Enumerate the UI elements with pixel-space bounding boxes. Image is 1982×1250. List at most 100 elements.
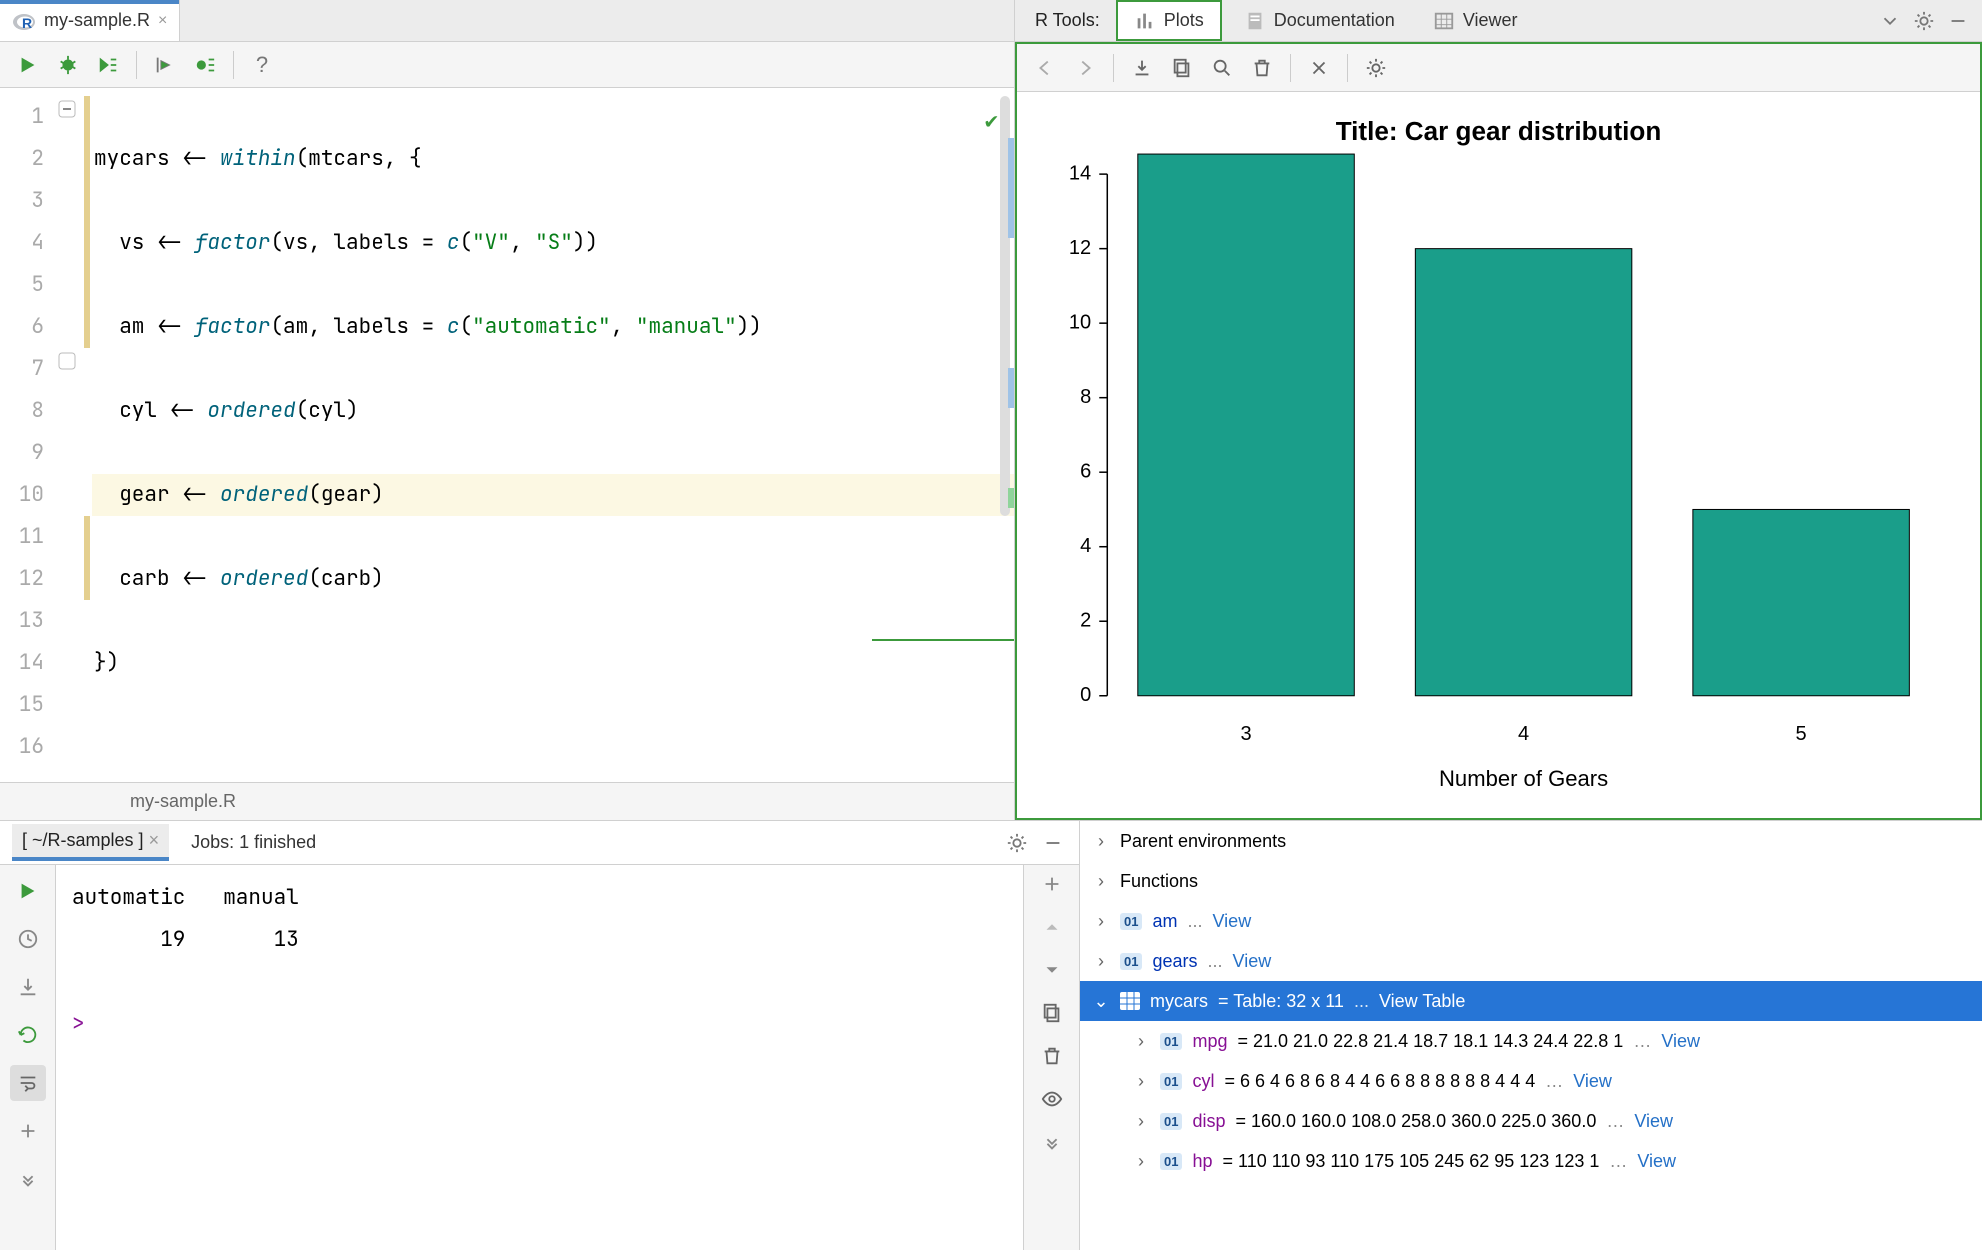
svg-text:R: R [22,15,32,31]
code-area[interactable]: mycars <- within(mtcars, { vs <- factor(… [92,88,1014,782]
scroll-up-icon[interactable] [1041,916,1063,941]
import-icon[interactable] [10,969,46,1005]
console-output[interactable]: automatic manual 19 13 > [56,865,1023,1250]
svg-text:4: 4 [1518,723,1529,745]
document-icon [1244,10,1266,32]
export-button[interactable] [1124,50,1160,86]
r-file-icon: R [12,9,36,33]
execution-arrow-icon [872,628,1014,652]
env-parent-environments[interactable]: ›Parent environments [1080,821,1982,861]
editor-toolbar: ? [0,42,1014,88]
change-strip [82,88,92,782]
console-tabbar: [ ~/R-samples ] × Jobs: 1 finished [0,821,1079,865]
environment-pane: ›Parent environments ›Functions ›01am...… [1080,821,1982,1250]
svg-text:Title: Car gear distribution: Title: Car gear distribution [1336,116,1662,146]
fold-strip [54,88,82,782]
svg-text:5: 5 [1796,723,1807,745]
plot-settings-button[interactable] [1358,50,1394,86]
help-button[interactable]: ? [244,47,280,83]
eye-icon[interactable] [1041,1088,1063,1113]
fold-end-icon[interactable] [58,352,76,370]
tab-documentation[interactable]: Documentation [1228,0,1411,41]
run-selection-button[interactable] [90,47,126,83]
environment-tree[interactable]: ›Parent environments ›Functions ›01am...… [1080,821,1982,1250]
run-icon[interactable] [10,873,46,909]
plot-frame: Title: Car gear distribution 0 2 4 6 8 10 12 14 3… [1015,42,1982,820]
table-icon [1120,992,1140,1010]
bar-chart-icon [1134,10,1156,32]
env-functions[interactable]: ›Functions [1080,861,1982,901]
env-var-mpg[interactable]: ›01mpg= 21.0 21.0 22.8 21.4 18.7 18.1 14… [1080,1021,1982,1061]
env-var-disp[interactable]: ›01disp= 160.0 160.0 108.0 258.0 360.0 2… [1080,1101,1982,1141]
gear-icon[interactable] [1003,829,1031,857]
softwrap-icon[interactable] [10,1065,46,1101]
delete-button[interactable] [1244,50,1280,86]
editor-body[interactable]: 12345678910111213141516 mycars <- within… [0,88,1014,782]
rtools-pane: R Tools: Plots Documentation Viewer [1015,0,1982,820]
rtools-label: R Tools: [1025,10,1110,31]
svg-text:Number of Gears: Number of Gears [1439,766,1608,791]
svg-text:0: 0 [1080,684,1091,706]
run-button[interactable] [10,47,46,83]
svg-text:2: 2 [1080,610,1091,632]
more-icon[interactable] [10,1161,46,1197]
line-gutter: 12345678910111213141516 [0,88,54,782]
svg-text:12: 12 [1069,237,1091,259]
console-tab-active[interactable]: [ ~/R-samples ] × [12,824,169,861]
table-icon [1433,10,1455,32]
copy-env-icon[interactable] [1041,1002,1063,1027]
more-icon[interactable] [1041,1131,1063,1156]
minimize-icon[interactable] [1039,829,1067,857]
back-button[interactable] [1027,50,1063,86]
chevron-down-icon[interactable] [1876,7,1904,35]
zoom-button[interactable] [1204,50,1240,86]
debug-button[interactable] [50,47,86,83]
close-icon[interactable]: × [158,12,167,30]
restart-icon[interactable] [10,1017,46,1053]
console-right-toolbar [1023,865,1079,1250]
editor-tab-label: my-sample.R [44,10,150,31]
env-var-gears[interactable]: ›01gears...View [1080,941,1982,981]
console-body: automatic manual 19 13 > [0,865,1079,1250]
scroll-down-icon[interactable] [1041,959,1063,984]
svg-text:14: 14 [1069,162,1091,184]
editor-tabbar: R my-sample.R × [0,0,1014,42]
fold-minus-icon[interactable] [58,100,76,118]
debug-selection-button[interactable] [187,47,223,83]
run-cursor-button[interactable] [147,47,183,83]
env-var-mycars[interactable]: ⌄mycars= Table: 32 x 11...View Table [1080,981,1982,1021]
close-plot-button[interactable] [1301,50,1337,86]
console-tab-jobs[interactable]: Jobs: 1 finished [177,826,330,859]
editor-pane: R my-sample.R × ? 1234567891011121314151… [0,0,1015,820]
plot-area: Title: Car gear distribution 0 2 4 6 8 10 12 14 3… [1017,92,1980,818]
copy-button[interactable] [1164,50,1200,86]
rtools-tabbar: R Tools: Plots Documentation Viewer [1015,0,1982,42]
trash-icon[interactable] [1041,1045,1063,1070]
console-pane: [ ~/R-samples ] × Jobs: 1 finished autom… [0,821,1080,1250]
env-var-hp[interactable]: ›01hp= 110 110 93 110 175 105 245 62 95 … [1080,1141,1982,1181]
gear-icon[interactable] [1910,7,1938,35]
editor-status-path: my-sample.R [0,782,1014,820]
env-var-cyl[interactable]: ›01cyl= 6 6 4 6 8 6 8 4 4 6 6 8 8 8 8 8 … [1080,1061,1982,1101]
add-icon[interactable] [10,1113,46,1149]
minimize-icon[interactable] [1944,7,1972,35]
plot-toolbar [1017,44,1980,92]
svg-text:10: 10 [1069,311,1091,333]
overview-mark [1008,138,1014,238]
divider [136,51,137,79]
env-var-am[interactable]: ›01am...View [1080,901,1982,941]
svg-text:6: 6 [1080,460,1091,482]
svg-text:8: 8 [1080,386,1091,408]
tab-plots[interactable]: Plots [1116,0,1222,41]
svg-text:3: 3 [1240,723,1251,745]
inspection-ok-icon[interactable]: ✔ [985,100,998,142]
overview-mark [1008,488,1014,508]
bar-chart: Title: Car gear distribution 0 2 4 6 8 10 12 14 3… [1017,92,1980,818]
overview-mark [1008,368,1014,408]
add-session-icon[interactable] [1041,873,1063,898]
history-icon[interactable] [10,921,46,957]
forward-button[interactable] [1067,50,1103,86]
console-left-toolbar [0,865,56,1250]
tab-viewer[interactable]: Viewer [1417,0,1534,41]
editor-tab-active[interactable]: R my-sample.R × [0,0,180,41]
